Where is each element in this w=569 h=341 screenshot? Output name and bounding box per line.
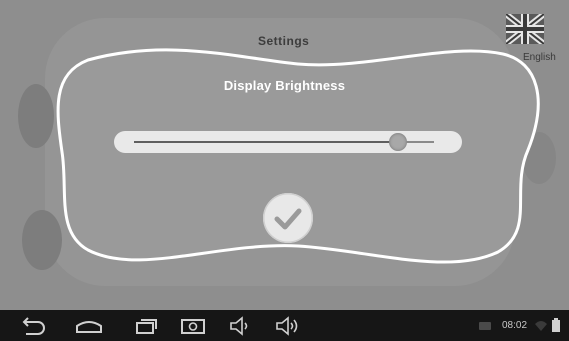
confirm-button[interactable]: [263, 193, 313, 243]
slider-fill: [134, 141, 398, 143]
wifi-icon: [535, 321, 547, 331]
status-time: 08:02: [502, 320, 528, 331]
volume-down-icon[interactable]: [228, 316, 252, 336]
slider-thumb[interactable]: [389, 133, 407, 151]
notification-icon[interactable]: [478, 320, 492, 332]
home-icon[interactable]: [74, 316, 104, 336]
dialog-title: Display Brightness: [223, 78, 346, 93]
brightness-slider[interactable]: [114, 131, 462, 153]
screenshot-icon[interactable]: [180, 316, 206, 336]
battery-icon: [552, 318, 560, 332]
volume-up-icon[interactable]: [274, 316, 300, 336]
checkmark-icon: [263, 193, 313, 243]
recent-apps-icon[interactable]: [134, 316, 160, 336]
back-icon[interactable]: [20, 316, 46, 336]
